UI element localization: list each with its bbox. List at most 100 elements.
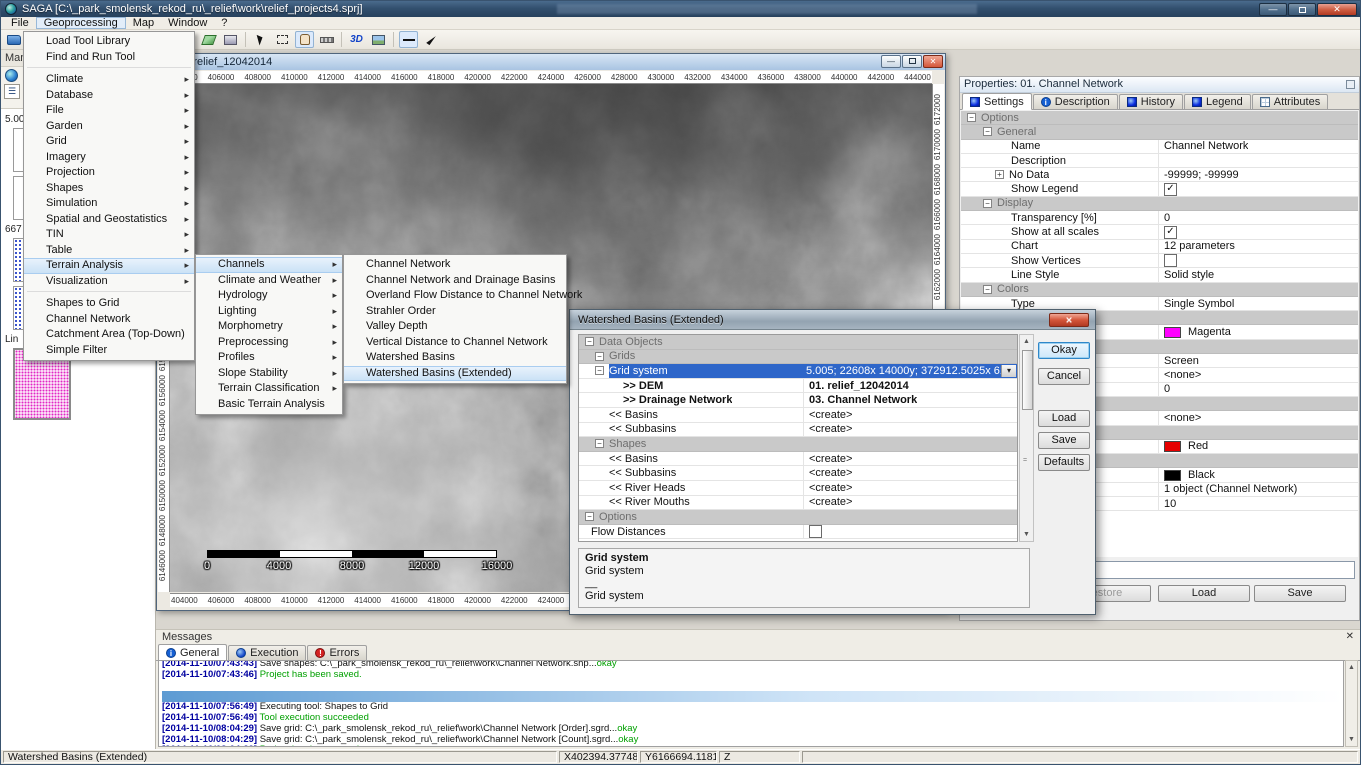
menu-item[interactable]: Catchment Area (Top-Down)	[24, 327, 194, 343]
setting-value[interactable]	[1158, 154, 1358, 167]
parameter-value[interactable]: 03. Channel Network	[803, 393, 1017, 407]
parameter-value[interactable]: <create>	[803, 452, 1017, 466]
save-button[interactable]: Save	[1038, 432, 1090, 449]
tree-expander-icon[interactable]: −	[967, 113, 976, 122]
layers-button[interactable]	[199, 31, 218, 48]
parameter-row[interactable]: >> DEM 01. relief_12042014	[579, 379, 1017, 394]
properties-load-button[interactable]: Load	[1158, 585, 1250, 602]
scroll-down-icon[interactable]: ▼	[1023, 528, 1030, 541]
parameter-row[interactable]: − Grids	[579, 350, 1017, 365]
setting-value[interactable]: 10	[1158, 497, 1358, 510]
parameter-row[interactable]: >> Drainage Network 03. Channel Network	[579, 393, 1017, 408]
menu-item[interactable]: Channel Network	[344, 257, 566, 273]
settings-row[interactable]: Show at all scales	[961, 225, 1358, 239]
parameter-value[interactable]: 01. relief_12042014	[803, 379, 1017, 393]
defaults-button[interactable]: Defaults	[1038, 454, 1090, 471]
scrollbar-thumb[interactable]	[1022, 350, 1033, 410]
parameter-value[interactable]: <create>	[803, 408, 1017, 422]
menu-item[interactable]: Valley Depth	[344, 319, 566, 335]
setting-value[interactable]: 0	[1158, 383, 1358, 396]
properties-tab[interactable]: Description	[1033, 94, 1118, 109]
parameter-row[interactable]: − Shapes	[579, 437, 1017, 452]
setting-value[interactable]: <none>	[1158, 368, 1358, 381]
measure-tool-button[interactable]	[317, 31, 336, 48]
snapshot-button[interactable]	[369, 31, 388, 48]
settings-row[interactable]: Transparency [%] 0	[961, 211, 1358, 225]
tree-expander-icon[interactable]: −	[983, 199, 992, 208]
tree-tab-icon[interactable]: ☰	[4, 84, 20, 99]
scroll-up-icon[interactable]: ▲	[1348, 661, 1355, 674]
menu-item[interactable]: Hydrology ▸	[196, 288, 342, 304]
setting-value[interactable]: -99999; -99999	[1158, 168, 1358, 181]
parameter-row[interactable]: − Options	[579, 510, 1017, 525]
parameter-row[interactable]: << River Mouths <create>	[579, 496, 1017, 511]
open-project-button[interactable]	[4, 31, 23, 48]
menu-item[interactable]: File ▸	[24, 103, 194, 119]
log-list[interactable]: [2014-11-10/07:43:43] Save shapes: C:\_p…	[158, 660, 1344, 747]
menu-item[interactable]: TIN ▸	[24, 227, 194, 243]
setting-value[interactable]	[1158, 182, 1358, 195]
pan-tool-button[interactable]	[295, 31, 314, 48]
settings-row[interactable]: Chart 12 parameters	[961, 240, 1358, 254]
map-window-titlebar[interactable]: 01. relief_12042014 — ✕	[157, 54, 945, 70]
parameter-value[interactable]	[803, 525, 1017, 539]
menu-item[interactable]: Visualization ▸	[24, 274, 194, 290]
setting-value[interactable]: Red	[1158, 440, 1358, 453]
menu-item[interactable]: Spatial and Geostatistics ▸	[24, 212, 194, 228]
menu-item[interactable]: Overland Flow Distance to Channel Networ…	[344, 288, 566, 304]
azimuth-tool-button[interactable]	[421, 31, 440, 48]
dialog-scrollbar[interactable]: ▲ = ▼	[1019, 334, 1034, 542]
menu-item[interactable]: Slope Stability ▸	[196, 366, 342, 382]
menu-item[interactable]: Projection ▸	[24, 165, 194, 181]
setting-value[interactable]: Channel Network	[1158, 140, 1358, 153]
properties-tab[interactable]: Settings	[962, 93, 1032, 110]
menu-item[interactable]: Profiles ▸	[196, 350, 342, 366]
scroll-up-icon[interactable]: ▲	[1023, 335, 1030, 348]
menu-item[interactable]: Morphometry ▸	[196, 319, 342, 335]
menu-item[interactable]: Channel Network and Drainage Basins	[344, 273, 566, 289]
map-minimize-button[interactable]: —	[881, 55, 901, 68]
setting-value[interactable]: 0	[1158, 211, 1358, 224]
settings-row[interactable]: − Display	[961, 197, 1358, 211]
parameter-value[interactable]: <create>	[803, 466, 1017, 480]
maximize-button[interactable]	[1288, 3, 1316, 16]
panel-float-icon[interactable]	[1346, 80, 1355, 89]
parameter-value[interactable]: <create>	[803, 481, 1017, 495]
menubar-item[interactable]: ?	[214, 17, 234, 29]
line-tool-button[interactable]	[399, 31, 418, 48]
messages-close-icon[interactable]: ✕	[1346, 631, 1354, 642]
map-maximize-button[interactable]	[902, 55, 922, 68]
log-line[interactable]: [2014-11-10/07:43:46] Project has been s…	[162, 670, 1343, 681]
menu-item[interactable]: Shapes ▸	[24, 181, 194, 197]
menu-item[interactable]: Vertical Distance to Channel Network	[344, 335, 566, 351]
menubar-item[interactable]: Window	[161, 17, 214, 29]
properties-tab[interactable]: History	[1119, 94, 1183, 109]
menu-item[interactable]: Watershed Basins	[344, 350, 566, 366]
close-button[interactable]: ✕	[1317, 3, 1357, 16]
zoom-tool-button[interactable]	[273, 31, 292, 48]
menu-item[interactable]: Terrain Analysis ▸	[24, 258, 194, 274]
tree-expander-icon[interactable]: −	[983, 285, 992, 294]
tree-expander-icon[interactable]: −	[585, 512, 594, 521]
menu-item[interactable]: Terrain Classification ▸	[196, 381, 342, 397]
settings-row[interactable]: Show Legend	[961, 182, 1358, 196]
properties-tab[interactable]: Attributes	[1252, 94, 1328, 109]
log-line[interactable]	[162, 681, 1343, 692]
menu-item[interactable]: Shapes to Grid	[24, 296, 194, 312]
menubar-item[interactable]: Map	[126, 17, 161, 29]
menubar-item[interactable]: File	[4, 17, 36, 29]
setting-value[interactable]	[1158, 225, 1358, 238]
data-tab-icon[interactable]	[5, 69, 18, 82]
titlebar[interactable]: SAGA [C:\_park_smolensk_rekod_ru\_relief…	[1, 1, 1360, 17]
messages-tab[interactable]: Execution	[228, 645, 306, 660]
scroll-down-icon[interactable]: ▼	[1348, 733, 1355, 746]
menu-item[interactable]: Load Tool Library	[24, 34, 194, 50]
messages-tab[interactable]: General	[158, 644, 227, 661]
menu-item[interactable]: Channels ▸	[196, 257, 342, 273]
tree-expander-icon[interactable]: −	[585, 337, 594, 346]
parameter-row[interactable]: Flow Distances	[579, 525, 1017, 540]
parameter-row[interactable]: << Basins <create>	[579, 408, 1017, 423]
parameter-row[interactable]: << Subbasins <create>	[579, 423, 1017, 438]
parameter-value[interactable]: <create>	[803, 423, 1017, 437]
3d-view-button[interactable]: 3D	[347, 31, 366, 48]
